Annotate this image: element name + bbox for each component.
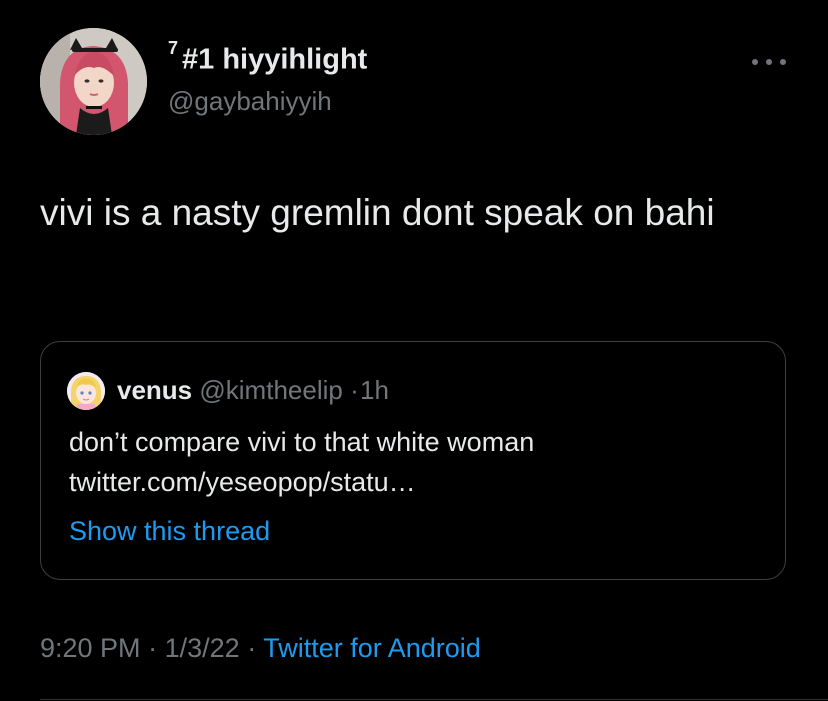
ellipsis-icon[interactable] [752,52,786,72]
quote-time: 1h [359,375,389,405]
quote-author-name[interactable]: venus [117,375,192,405]
cartoon-avatar-icon [67,372,105,410]
quote-header: venus @kimtheelip · 1h [117,375,389,406]
footer-separator: · [247,633,257,663]
tweet-source-link[interactable]: Twitter for Android [263,633,481,663]
tweet-date[interactable]: 1/3/22 [165,633,240,663]
profile-photo-icon [40,28,147,135]
quote-separator: · [350,375,359,405]
divider [40,699,828,700]
show-thread-link[interactable]: Show this thread [69,516,270,547]
tweet-footer: 9:20 PM · 1/3/22 · Twitter for Android [40,633,481,664]
tweet: 7 #1 hiyyihlight @gaybahiyyih vivi is a n… [0,0,828,701]
footer-separator: · [148,633,158,663]
quote-text-line: don’t compare vivi to that white woman [69,427,535,457]
author-display-name[interactable]: 7 #1 hiyyihlight [168,38,368,77]
tweet-text: vivi is a nasty gremlin dont speak on ba… [40,192,715,233]
quote-link[interactable]: twitter.com/yeseopop/statu… [69,462,769,502]
tweet-time[interactable]: 9:20 PM [40,633,141,663]
quote-author-avatar[interactable] [67,372,105,410]
author-name-text: #1 hiyyihlight [182,43,368,76]
quote-text: don’t compare vivi to that white woman t… [69,422,769,502]
quoted-tweet[interactable]: venus @kimtheelip · 1h don’t compare viv… [40,341,786,580]
author-rank-superscript: 7 [168,38,179,58]
author-handle[interactable]: @gaybahiyyih [168,86,332,117]
author-avatar[interactable] [40,28,147,135]
quote-author-handle[interactable]: @kimtheelip [199,375,342,405]
